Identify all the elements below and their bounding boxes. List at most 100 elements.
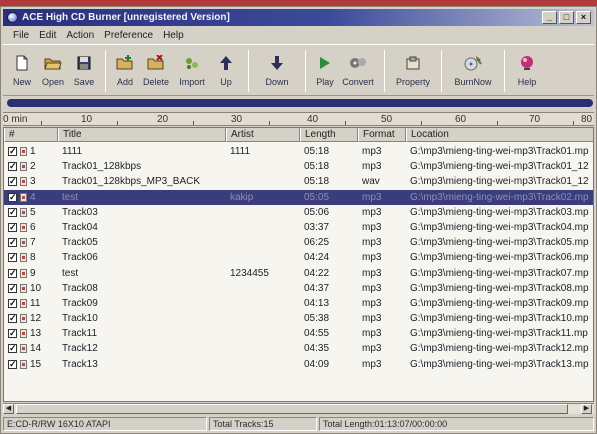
track-format: mp3 (362, 206, 382, 218)
convert-label: Convert (342, 77, 374, 87)
delete-button[interactable]: Delete (138, 48, 174, 94)
track-checkbox[interactable]: ✓ (8, 359, 17, 369)
scroll-right-button[interactable]: ▶ (581, 404, 592, 414)
ruler-tick (117, 121, 118, 125)
track-row[interactable]: ✓ 6 Track04 03:37 mp3 G:\mp3\mieng-ting-wei-m… (4, 220, 593, 235)
track-checkbox[interactable]: ✓ (8, 222, 17, 232)
open-button[interactable]: Open (37, 48, 69, 94)
help-button[interactable]: Help (511, 48, 543, 94)
import-icon (183, 52, 201, 74)
track-row[interactable]: ✓ 10 Track08 04:37 mp3 G:\mp3\mieng-ting-wei-… (4, 281, 593, 296)
track-artist: 1111 (230, 146, 251, 157)
track-title: test (62, 267, 79, 279)
track-title: Track05 (62, 237, 98, 249)
burn-now-label: BurnNow (454, 77, 492, 87)
scroll-thumb[interactable] (16, 404, 568, 414)
menu-action[interactable]: Action (66, 30, 94, 41)
track-checkbox[interactable]: ✓ (8, 147, 17, 156)
track-row[interactable]: ✓ 13 Track11 04:55 mp3 G:\mp3\mieng-ting-wei-… (4, 326, 593, 341)
track-number: 7 (30, 237, 36, 249)
play-label: Play (316, 77, 334, 87)
track-row[interactable]: ✓ 8 Track06 04:24 mp3 G:\mp3\mieng-ting-wei-m… (4, 250, 593, 265)
column-format[interactable]: Format (358, 128, 406, 142)
burn-now-button[interactable]: BurnNow (448, 48, 498, 94)
column-artist[interactable]: Artist (226, 128, 300, 142)
track-row[interactable]: ✓ 11 Track09 04:13 mp3 G:\mp3\mieng-ting-wei-… (4, 296, 593, 311)
track-number: 9 (30, 267, 36, 279)
column-title[interactable]: Title (58, 128, 226, 142)
track-row[interactable]: ✓ 12 Track10 05:38 mp3 G:\mp3\mieng-ting-wei-… (4, 311, 593, 326)
window-title: ACE High CD Burner [unregistered Version… (22, 12, 230, 23)
import-button[interactable]: Import (174, 48, 210, 94)
track-row[interactable]: ✓ 7 Track05 06:25 mp3 G:\mp3\mieng-ting-wei-m… (4, 235, 593, 250)
track-title: Track01_128kbps_MP3_BACK (62, 176, 201, 188)
audio-file-icon (20, 177, 27, 187)
track-checkbox[interactable]: ✓ (8, 162, 17, 172)
track-checkbox[interactable]: ✓ (8, 238, 17, 248)
ruler-tick (269, 121, 270, 125)
track-title: Track04 (62, 221, 98, 233)
track-location: G:\mp3\mieng-ting-wei-mp3\Track11.mp (410, 328, 588, 340)
track-row[interactable]: ✓ 4 test kakip 05:05 mp3 G:\mp3\mieng-ting-wei… (4, 189, 593, 205)
play-button[interactable]: Play (312, 48, 338, 94)
track-number: 13 (30, 328, 42, 340)
scroll-left-button[interactable]: ◀ (3, 404, 14, 414)
track-checkbox[interactable]: ✓ (8, 177, 17, 187)
track-row[interactable]: ✓ 2 Track01_128kbps 05:18 mp3 G:\mp3\mieng-ti… (4, 159, 593, 174)
track-number: 14 (30, 343, 42, 355)
track-checkbox[interactable]: ✓ (8, 344, 17, 354)
status-drive[interactable]: E:CD-R/RW 16X10 ATAPI (3, 417, 207, 431)
track-row[interactable]: ✓ 1 1111 1111 05:18 mp3 G:\mp3\mieng-ting-wei-… (4, 144, 593, 159)
menu-preference[interactable]: Preference (104, 30, 153, 41)
track-length: 03:37 (304, 221, 330, 233)
track-title: Track08 (62, 282, 98, 294)
maximize-button[interactable]: □ (559, 11, 574, 24)
track-checkbox[interactable]: ✓ (8, 268, 17, 278)
add-button[interactable]: Add (112, 48, 138, 94)
property-button[interactable]: Property (391, 48, 435, 94)
track-length: 04:35 (304, 343, 330, 355)
track-length: 04:09 (304, 358, 330, 370)
title-bar[interactable]: ACE High CD Burner [unregistered Version… (3, 9, 594, 26)
delete-folder-icon (147, 52, 165, 74)
column-length[interactable]: Length (300, 128, 358, 142)
track-row[interactable]: ✓ 15 Track13 04:09 mp3 G:\mp3\mieng-ting-wei-… (4, 357, 593, 372)
track-checkbox[interactable]: ✓ (8, 207, 17, 217)
track-checkbox[interactable]: ✓ (8, 253, 17, 263)
track-checkbox[interactable]: ✓ (8, 283, 17, 293)
track-checkbox[interactable]: ✓ (8, 298, 17, 308)
track-checkbox[interactable]: ✓ (8, 329, 17, 339)
close-button[interactable]: × (576, 11, 591, 24)
ruler-tick (573, 121, 574, 125)
app-window: ACE High CD Burner [unregistered Version… (0, 6, 597, 434)
track-number: 11 (30, 297, 41, 309)
toolbar-separator (504, 50, 505, 92)
track-location: G:\mp3\mieng-ting-wei-mp3\Track10.mp (410, 313, 589, 325)
menu-file[interactable]: File (13, 30, 29, 41)
column-location[interactable]: Location (406, 128, 593, 142)
audio-file-icon (20, 283, 27, 293)
ruler-tick (345, 121, 346, 125)
track-checkbox[interactable]: ✓ (8, 192, 17, 202)
down-button[interactable]: Down (255, 48, 299, 94)
menu-edit[interactable]: Edit (39, 30, 56, 41)
new-button[interactable]: New (7, 48, 37, 94)
column-number[interactable]: # (4, 128, 58, 142)
add-label: Add (116, 77, 133, 87)
track-location: G:\mp3\mieng-ting-wei-mp3\Track02.mp (410, 191, 589, 203)
track-row[interactable]: ✓ 14 Track12 04:35 mp3 G:\mp3\mieng-ting-wei-… (4, 341, 593, 356)
track-title: Track10 (62, 313, 98, 325)
track-row[interactable]: ✓ 9 test 1234455 04:22 mp3 G:\mp3\mieng-ting-w… (4, 266, 593, 281)
convert-button[interactable]: Convert (338, 48, 378, 94)
horizontal-scrollbar[interactable]: ◀ ▶ (3, 403, 594, 414)
track-location: G:\mp3\mieng-ting-wei-mp3\Track01_12 (410, 176, 589, 188)
track-format: mp3 (362, 146, 382, 157)
menu-help[interactable]: Help (163, 30, 184, 41)
up-button[interactable]: Up (210, 48, 242, 94)
track-row[interactable]: ✓ 5 Track03 05:06 mp3 G:\mp3\mieng-ting-wei-m… (4, 205, 593, 220)
track-row[interactable]: ✓ 3 Track01_128kbps_MP3_BACK 05:18 wav G:\mp3… (4, 174, 593, 189)
save-button[interactable]: Save (69, 48, 99, 94)
track-checkbox[interactable]: ✓ (8, 314, 17, 324)
help-icon (519, 52, 535, 74)
minimize-button[interactable]: _ (542, 11, 557, 24)
